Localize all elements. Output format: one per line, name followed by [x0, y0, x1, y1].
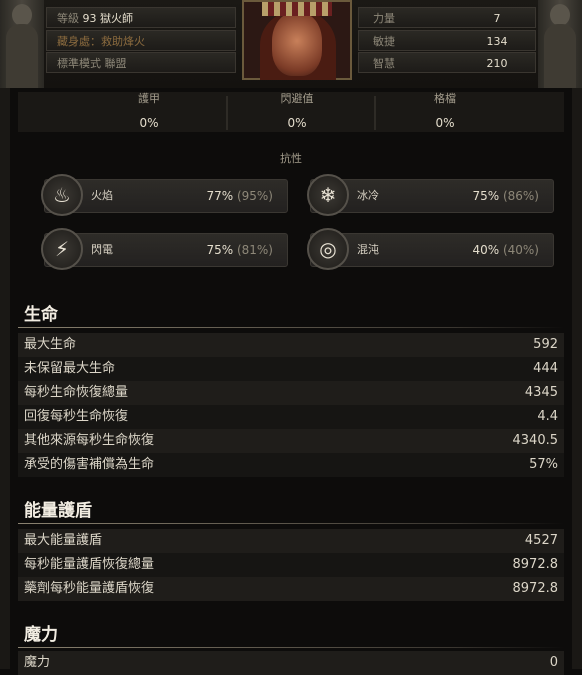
chaos-spiral-icon: ◎ [307, 228, 349, 270]
section-underline [18, 523, 564, 524]
stat-label: 每秒生命恢復總量 [24, 385, 129, 400]
defence-value: 0% [139, 116, 159, 130]
attribute-value: 7 [493, 12, 501, 25]
hideout-value: 救助烽火 [101, 35, 145, 48]
stat-row: 藥劑每秒能量護盾恢復 8972.8 [18, 577, 564, 601]
statue-left-ornament [0, 0, 44, 88]
resistances-title: 抗性 [280, 152, 302, 165]
stat-row: 未保留最大生命 444 [18, 357, 564, 381]
stat-label: 魔力 [24, 655, 51, 670]
snowflake-icon: ❄ [307, 174, 349, 216]
league-value: 聯盟 [104, 57, 127, 70]
stat-value: 4340.5 [512, 433, 559, 448]
resistance-name: 混沌 [357, 243, 379, 256]
attribute-intelligence-row: 智慧 210 [358, 52, 536, 73]
stat-row: 每秒生命恢復總量 4345 [18, 381, 564, 405]
lightning-icon: ⚡ [41, 228, 83, 270]
stat-label: 回復每秒生命恢復 [24, 409, 129, 424]
resistance-value: 77% (95%) [206, 189, 273, 203]
attribute-label: 力量 [373, 12, 395, 25]
resistance-value: 75% (81%) [206, 243, 273, 257]
stat-row: 魔力 0 [18, 651, 564, 675]
resistance-value: 75% (86%) [472, 189, 539, 203]
defence-value: 0% [287, 116, 307, 130]
section-underline [18, 327, 564, 328]
level-class-row: 等級 93 獄火師 [46, 7, 236, 28]
resistance-name: 冰冷 [357, 189, 379, 202]
stat-value: 8972.8 [512, 557, 559, 572]
attribute-dexterity-row: 敏捷 134 [358, 30, 536, 51]
attribute-strength-row: 力量 7 [358, 7, 536, 28]
stat-label: 最大生命 [24, 337, 77, 352]
stat-value: 444 [533, 361, 558, 376]
stat-value: 8972.8 [512, 581, 559, 596]
defence-value: 0% [435, 116, 455, 130]
attribute-value: 134 [486, 35, 508, 48]
stats-panel[interactable]: 生命 最大生命 592 未保留最大生命 444 每秒生命恢復總量 4345 回復每秒生… [18, 290, 564, 675]
level-label: 等級 [57, 12, 79, 25]
defence-armour: 護甲 0% [76, 92, 222, 132]
stat-value: 4527 [524, 533, 558, 548]
hideout-label: 藏身處： [57, 35, 101, 48]
resistance-fire: ♨ 火焰 77% (95%) [41, 174, 288, 216]
stat-row: 承受的傷害補償為生命 57% [18, 453, 564, 477]
resistance-name: 火焰 [91, 189, 113, 202]
stat-row: 最大生命 592 [18, 333, 564, 357]
stat-label: 藥劑每秒能量護盾恢復 [24, 581, 155, 596]
stat-value: 4345 [524, 385, 558, 400]
stat-row: 最大能量護盾 4527 [18, 529, 564, 553]
character-header: 等級 93 獄火師 藏身處：救助烽火 標準模式 聯盟 力量 7 敏捷 134 智… [0, 0, 582, 88]
section-underline [18, 647, 564, 648]
stat-value: 592 [533, 337, 558, 352]
stat-row: 回復每秒生命恢復 4.4 [18, 405, 564, 429]
resistance-lightning: ⚡ 閃電 75% (81%) [41, 228, 288, 270]
character-portrait [242, 0, 352, 80]
stat-label: 其他來源每秒生命恢復 [24, 433, 155, 448]
stat-row: 每秒能量護盾恢復總量 8972.8 [18, 553, 564, 577]
stat-value: 4.4 [537, 409, 558, 424]
frame-left-edge [0, 88, 10, 669]
stat-label: 每秒能量護盾恢復總量 [24, 557, 155, 572]
stat-value: 57% [529, 457, 558, 472]
defences-panel: 護甲 0% 閃避值 0% 格檔 0% [18, 92, 564, 132]
stat-value: 0 [549, 655, 558, 670]
stat-label: 承受的傷害補償為生命 [24, 457, 155, 472]
attribute-label: 敏捷 [373, 35, 395, 48]
defence-label: 護甲 [138, 92, 160, 105]
section-title-energy-shield: 能量護盾 [24, 501, 92, 521]
resistance-value: 40% (40%) [472, 243, 539, 257]
class-name: 獄火師 [100, 12, 133, 25]
resistance-cold: ❄ 冰冷 75% (86%) [307, 174, 554, 216]
resistance-name: 閃電 [91, 243, 113, 256]
stat-label: 未保留最大生命 [24, 361, 116, 376]
hideout-row: 藏身處：救助烽火 [46, 30, 236, 51]
stat-row: 其他來源每秒生命恢復 4340.5 [18, 429, 564, 453]
section-title-life: 生命 [24, 305, 58, 325]
defence-label: 格檔 [434, 92, 456, 105]
statue-right-ornament [538, 0, 582, 88]
defence-block: 格檔 0% [372, 92, 518, 132]
defence-label: 閃避值 [280, 92, 314, 105]
level-value: 93 [82, 12, 97, 25]
defence-evasion: 閃避值 0% [224, 92, 370, 132]
resistance-chaos: ◎ 混沌 40% (40%) [307, 228, 554, 270]
attribute-value: 210 [486, 57, 508, 70]
frame-right-edge [572, 88, 582, 669]
stat-label: 最大能量護盾 [24, 533, 103, 548]
league-row: 標準模式 聯盟 [46, 52, 236, 73]
attribute-label: 智慧 [373, 57, 395, 70]
league-label: 標準模式 [57, 57, 101, 70]
section-title-mana: 魔力 [24, 625, 58, 645]
fire-icon: ♨ [41, 174, 83, 216]
